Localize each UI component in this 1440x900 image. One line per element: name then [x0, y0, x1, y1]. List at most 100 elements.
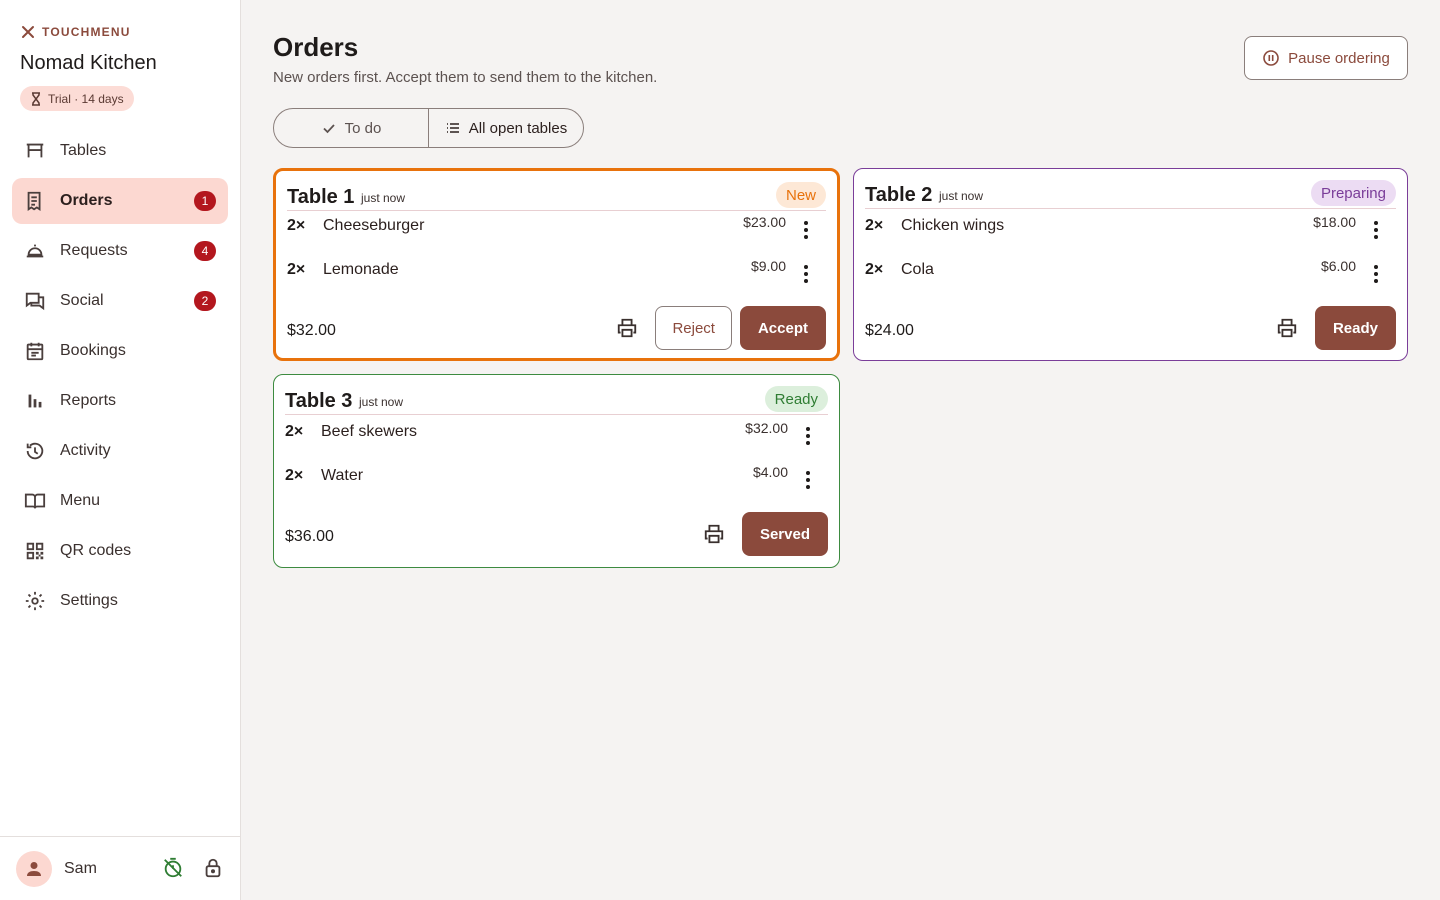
item-price: $4.00: [752, 464, 788, 480]
sidebar-item-label: Reports: [60, 392, 117, 409]
item-price: $32.00: [745, 420, 788, 436]
item-quantity: 2×: [865, 217, 884, 234]
sidebar-item-requests[interactable]: Requests 4: [12, 228, 228, 274]
sidebar-item-label: Requests: [60, 242, 128, 259]
status-badge: Ready: [764, 386, 828, 412]
sidebar: TOUCHMENU Nomad Kitchen Trial · 14 days …: [0, 0, 241, 900]
count-badge: 4: [194, 241, 216, 261]
sidebar-item-label: Tables: [60, 142, 107, 159]
filter-todo-button[interactable]: To do: [274, 109, 429, 147]
reject-button[interactable]: Reject: [655, 306, 732, 350]
order-total: $24.00: [865, 322, 914, 339]
sidebar-item-label: Orders: [60, 192, 113, 209]
user-bar: Sam: [0, 836, 240, 900]
sidebar-item-reports[interactable]: Reports: [12, 378, 228, 424]
item-quantity: 2×: [285, 467, 304, 484]
order-line-item: 2× Water $4.00: [285, 461, 828, 491]
trial-badge: Trial · 14 days: [20, 86, 134, 111]
order-table-name: Table 1: [287, 186, 355, 208]
qr-code-icon: [24, 540, 46, 562]
sidebar-item-social[interactable]: Social 2: [12, 278, 228, 324]
lock-icon[interactable]: [202, 857, 224, 879]
more-vert-icon[interactable]: [796, 263, 816, 285]
more-vert-icon[interactable]: [1366, 219, 1386, 241]
filter-all-tables-button[interactable]: All open tables: [429, 109, 583, 147]
item-quantity: 2×: [287, 217, 306, 234]
sidebar-item-settings[interactable]: Settings: [12, 578, 228, 624]
item-name: Beef skewers: [321, 423, 418, 440]
item-price: $6.00: [1320, 258, 1356, 274]
user-actions: [162, 857, 224, 879]
order-time: just now: [361, 191, 406, 205]
pause-ordering-label: Pause ordering: [1288, 49, 1390, 67]
status-badge: Preparing: [1310, 180, 1396, 206]
sidebar-nav: Tables Orders 1 Requests 4 Social 2 Book…: [12, 128, 228, 628]
timer-off-icon[interactable]: [162, 857, 184, 879]
sidebar-item-qr-codes[interactable]: QR codes: [12, 528, 228, 574]
served-button[interactable]: Served: [741, 512, 828, 556]
more-vert-icon[interactable]: [798, 425, 818, 447]
order-line-item: 2× Beef skewers $32.00: [285, 417, 828, 447]
restaurant-name: Nomad Kitchen: [20, 52, 157, 74]
brand-name: TOUCHMENU: [42, 25, 131, 39]
print-icon[interactable]: [1269, 310, 1305, 346]
item-quantity: 2×: [865, 261, 884, 278]
brand: TOUCHMENU: [20, 24, 131, 40]
pause-ordering-button[interactable]: Pause ordering: [1244, 36, 1408, 80]
sidebar-item-orders[interactable]: Orders 1: [12, 178, 228, 224]
order-line-item: 2× Lemonade $9.00: [287, 255, 826, 285]
print-icon[interactable]: [609, 310, 645, 346]
sidebar-item-label: QR codes: [60, 542, 132, 559]
more-vert-icon[interactable]: [1366, 263, 1386, 285]
print-icon[interactable]: [696, 516, 732, 552]
check-icon: [321, 120, 337, 136]
list-icon: [445, 120, 461, 136]
order-line-item: 2× Cola $6.00: [865, 255, 1396, 285]
more-vert-icon[interactable]: [796, 219, 816, 241]
accept-button[interactable]: Accept: [739, 306, 826, 350]
ready-button[interactable]: Ready: [1314, 306, 1396, 350]
sidebar-item-label: Settings: [60, 592, 118, 609]
order-table-name: Table 2: [865, 184, 933, 206]
filter-all-tables-label: All open tables: [468, 119, 568, 137]
sidebar-item-label: Social: [60, 292, 104, 309]
bar-chart-icon: [24, 390, 46, 412]
filter-todo-label: To do: [344, 119, 382, 137]
count-badge: 1: [194, 191, 216, 211]
page-subtitle: New orders first. Accept them to send th…: [273, 69, 658, 86]
gear-icon: [24, 590, 46, 612]
order-time: just now: [939, 189, 984, 203]
avatar[interactable]: [16, 850, 52, 887]
sidebar-item-menu[interactable]: Menu: [12, 478, 228, 524]
filter-segmented-control: To do All open tables: [273, 108, 584, 148]
chat-icon: [24, 290, 46, 312]
item-quantity: 2×: [287, 261, 306, 278]
trial-text: Trial · 14 days: [48, 91, 124, 106]
page-title: Orders: [273, 32, 359, 62]
item-name: Cola: [901, 261, 934, 278]
sidebar-item-label: Bookings: [60, 342, 126, 359]
sidebar-item-activity[interactable]: Activity: [12, 428, 228, 474]
order-line-item: 2× Chicken wings $18.00: [865, 211, 1396, 241]
cloche-icon: [24, 240, 46, 262]
order-card-header: Table 3 just now Ready: [285, 375, 828, 415]
sidebar-item-tables[interactable]: Tables: [12, 128, 228, 174]
order-total: $36.00: [285, 528, 334, 545]
sidebar-item-label: Activity: [60, 442, 111, 459]
calendar-icon: [24, 340, 46, 362]
order-actions: Reject Accept: [609, 306, 826, 350]
pause-icon: [1262, 49, 1280, 67]
order-card-table-2: Table 2 just now Preparing 2× Chicken wi…: [853, 168, 1408, 361]
item-name: Lemonade: [323, 261, 399, 278]
sidebar-item-bookings[interactable]: Bookings: [12, 328, 228, 374]
receipt-icon: [24, 190, 46, 212]
order-table-name: Table 3: [285, 390, 353, 412]
utensils-icon: [20, 24, 36, 40]
item-price: $23.00: [743, 214, 786, 230]
item-price: $9.00: [750, 258, 786, 274]
more-vert-icon[interactable]: [798, 469, 818, 491]
order-line-item: 2× Cheeseburger $23.00: [287, 211, 826, 241]
table-icon: [24, 140, 46, 162]
order-actions: Served: [696, 512, 828, 556]
sidebar-item-label: Menu: [60, 492, 101, 509]
